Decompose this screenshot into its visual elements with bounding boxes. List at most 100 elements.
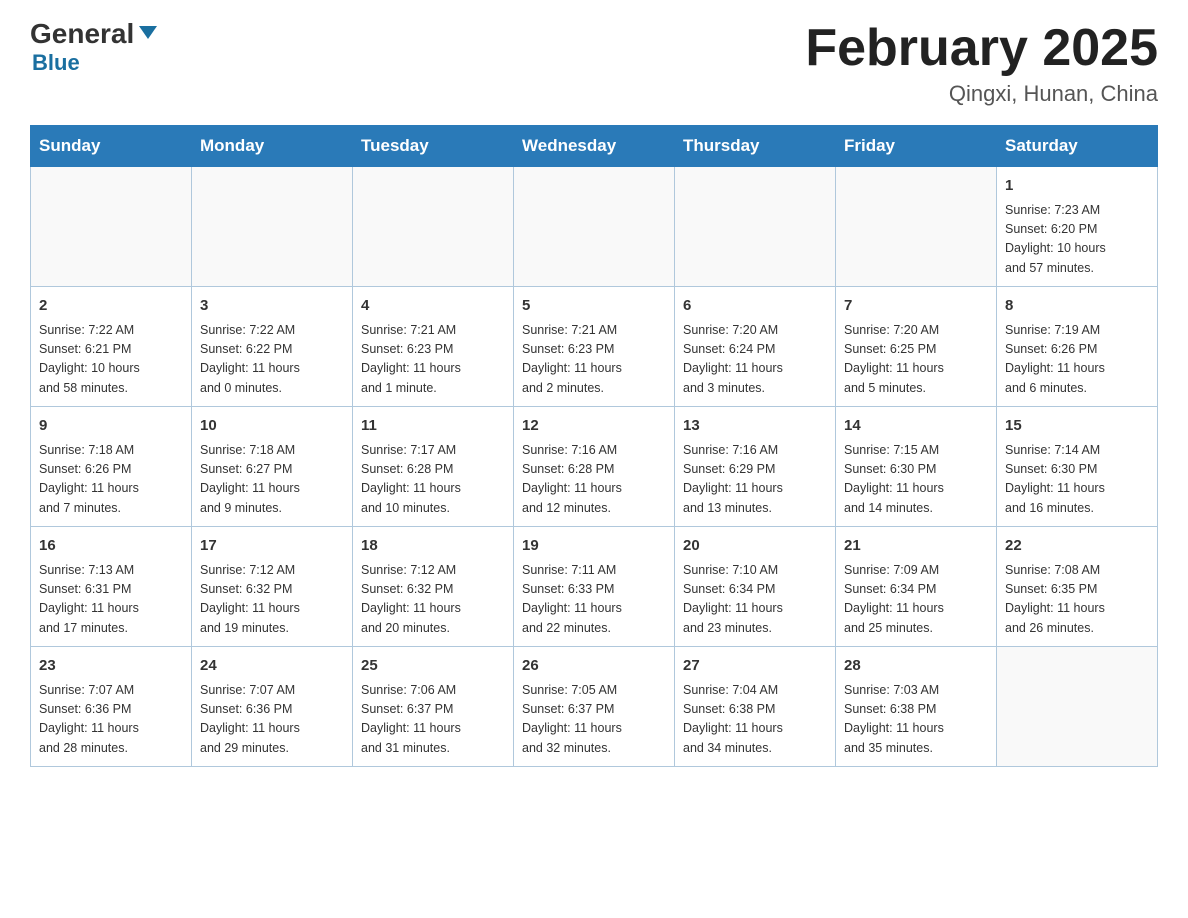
- day-number: 8: [1005, 295, 1149, 318]
- table-row: 10 Sunrise: 7:18 AM Sunset: 6:27 PM Dayli…: [192, 407, 353, 527]
- day-info: Sunrise: 7:22 AM Sunset: 6:22 PM Dayligh…: [200, 321, 344, 399]
- day-number: 15: [1005, 415, 1149, 438]
- table-row: 27 Sunrise: 7:04 AM Sunset: 6:38 PM Dayli…: [675, 647, 836, 767]
- col-tuesday: Tuesday: [353, 126, 514, 167]
- logo-triangle-icon: [139, 26, 157, 39]
- day-number: 20: [683, 535, 827, 558]
- table-row: 21 Sunrise: 7:09 AM Sunset: 6:34 PM Dayli…: [836, 527, 997, 647]
- calendar-header-row: Sunday Monday Tuesday Wednesday Thursday…: [31, 126, 1158, 167]
- table-row: [192, 167, 353, 287]
- table-row: [997, 647, 1158, 767]
- day-info: Sunrise: 7:16 AM Sunset: 6:28 PM Dayligh…: [522, 441, 666, 519]
- calendar-week-row: 23 Sunrise: 7:07 AM Sunset: 6:36 PM Dayli…: [31, 647, 1158, 767]
- col-wednesday: Wednesday: [514, 126, 675, 167]
- day-info: Sunrise: 7:20 AM Sunset: 6:25 PM Dayligh…: [844, 321, 988, 399]
- table-row: 23 Sunrise: 7:07 AM Sunset: 6:36 PM Dayli…: [31, 647, 192, 767]
- day-number: 5: [522, 295, 666, 318]
- calendar-table: Sunday Monday Tuesday Wednesday Thursday…: [30, 125, 1158, 767]
- day-number: 7: [844, 295, 988, 318]
- table-row: 25Sunrise: 7:06 AM Sunset: 6:37 PM Dayli…: [353, 647, 514, 767]
- day-number: 25: [361, 655, 505, 678]
- col-friday: Friday: [836, 126, 997, 167]
- table-row: 15 Sunrise: 7:14 AM Sunset: 6:30 PM Dayli…: [997, 407, 1158, 527]
- logo-general-text: General: [30, 20, 157, 48]
- day-number: 27: [683, 655, 827, 678]
- logo-blue-text: Blue: [32, 50, 80, 76]
- table-row: 2Sunrise: 7:22 AM Sunset: 6:21 PM Daylig…: [31, 287, 192, 407]
- day-info: Sunrise: 7:11 AM Sunset: 6:33 PM Dayligh…: [522, 561, 666, 639]
- day-info: Sunrise: 7:23 AM Sunset: 6:20 PM Dayligh…: [1005, 201, 1149, 279]
- table-row: [836, 167, 997, 287]
- table-row: 3 Sunrise: 7:22 AM Sunset: 6:22 PM Daylig…: [192, 287, 353, 407]
- day-info: Sunrise: 7:15 AM Sunset: 6:30 PM Dayligh…: [844, 441, 988, 519]
- day-number: 9: [39, 415, 183, 438]
- day-number: 23: [39, 655, 183, 678]
- table-row: 13 Sunrise: 7:16 AM Sunset: 6:29 PM Dayli…: [675, 407, 836, 527]
- day-info: Sunrise: 7:07 AM Sunset: 6:36 PM Dayligh…: [39, 681, 183, 759]
- table-row: 22Sunrise: 7:08 AM Sunset: 6:35 PM Dayli…: [997, 527, 1158, 647]
- day-number: 11: [361, 415, 505, 438]
- day-info: Sunrise: 7:21 AM Sunset: 6:23 PM Dayligh…: [361, 321, 505, 399]
- day-number: 2: [39, 295, 183, 318]
- table-row: 8 Sunrise: 7:19 AM Sunset: 6:26 PM Daylig…: [997, 287, 1158, 407]
- day-info: Sunrise: 7:17 AM Sunset: 6:28 PM Dayligh…: [361, 441, 505, 519]
- day-number: 14: [844, 415, 988, 438]
- table-row: 6 Sunrise: 7:20 AM Sunset: 6:24 PM Daylig…: [675, 287, 836, 407]
- day-info: Sunrise: 7:10 AM Sunset: 6:34 PM Dayligh…: [683, 561, 827, 639]
- table-row: 14 Sunrise: 7:15 AM Sunset: 6:30 PM Dayli…: [836, 407, 997, 527]
- day-number: 16: [39, 535, 183, 558]
- table-row: [31, 167, 192, 287]
- calendar-week-row: 2Sunrise: 7:22 AM Sunset: 6:21 PM Daylig…: [31, 287, 1158, 407]
- day-number: 22: [1005, 535, 1149, 558]
- table-row: 12 Sunrise: 7:16 AM Sunset: 6:28 PM Dayli…: [514, 407, 675, 527]
- day-info: Sunrise: 7:21 AM Sunset: 6:23 PM Dayligh…: [522, 321, 666, 399]
- table-row: [353, 167, 514, 287]
- table-row: 19Sunrise: 7:11 AM Sunset: 6:33 PM Dayli…: [514, 527, 675, 647]
- day-info: Sunrise: 7:18 AM Sunset: 6:27 PM Dayligh…: [200, 441, 344, 519]
- table-row: 9Sunrise: 7:18 AM Sunset: 6:26 PM Daylig…: [31, 407, 192, 527]
- day-info: Sunrise: 7:05 AM Sunset: 6:37 PM Dayligh…: [522, 681, 666, 759]
- day-number: 10: [200, 415, 344, 438]
- day-info: Sunrise: 7:19 AM Sunset: 6:26 PM Dayligh…: [1005, 321, 1149, 399]
- day-info: Sunrise: 7:03 AM Sunset: 6:38 PM Dayligh…: [844, 681, 988, 759]
- table-row: 17Sunrise: 7:12 AM Sunset: 6:32 PM Dayli…: [192, 527, 353, 647]
- day-number: 26: [522, 655, 666, 678]
- day-info: Sunrise: 7:09 AM Sunset: 6:34 PM Dayligh…: [844, 561, 988, 639]
- month-title: February 2025: [805, 20, 1158, 77]
- day-number: 4: [361, 295, 505, 318]
- calendar-week-row: 1 Sunrise: 7:23 AM Sunset: 6:20 PM Daylig…: [31, 167, 1158, 287]
- day-number: 1: [1005, 175, 1149, 198]
- day-info: Sunrise: 7:13 AM Sunset: 6:31 PM Dayligh…: [39, 561, 183, 639]
- col-saturday: Saturday: [997, 126, 1158, 167]
- table-row: 7 Sunrise: 7:20 AM Sunset: 6:25 PM Daylig…: [836, 287, 997, 407]
- day-info: Sunrise: 7:07 AM Sunset: 6:36 PM Dayligh…: [200, 681, 344, 759]
- table-row: 26 Sunrise: 7:05 AM Sunset: 6:37 PM Dayli…: [514, 647, 675, 767]
- day-info: Sunrise: 7:14 AM Sunset: 6:30 PM Dayligh…: [1005, 441, 1149, 519]
- table-row: [514, 167, 675, 287]
- day-number: 12: [522, 415, 666, 438]
- table-row: 1 Sunrise: 7:23 AM Sunset: 6:20 PM Daylig…: [997, 167, 1158, 287]
- day-number: 21: [844, 535, 988, 558]
- col-monday: Monday: [192, 126, 353, 167]
- day-number: 24: [200, 655, 344, 678]
- day-info: Sunrise: 7:12 AM Sunset: 6:32 PM Dayligh…: [200, 561, 344, 639]
- title-block: February 2025 Qingxi, Hunan, China: [805, 20, 1158, 107]
- table-row: 20 Sunrise: 7:10 AM Sunset: 6:34 PM Dayli…: [675, 527, 836, 647]
- table-row: 5 Sunrise: 7:21 AM Sunset: 6:23 PM Daylig…: [514, 287, 675, 407]
- day-number: 18: [361, 535, 505, 558]
- table-row: 4 Sunrise: 7:21 AM Sunset: 6:23 PM Daylig…: [353, 287, 514, 407]
- day-number: 13: [683, 415, 827, 438]
- table-row: 11 Sunrise: 7:17 AM Sunset: 6:28 PM Dayli…: [353, 407, 514, 527]
- calendar-week-row: 16 Sunrise: 7:13 AM Sunset: 6:31 PM Dayli…: [31, 527, 1158, 647]
- location-text: Qingxi, Hunan, China: [805, 81, 1158, 107]
- day-number: 3: [200, 295, 344, 318]
- page-header: General Blue February 2025 Qingxi, Hunan…: [30, 20, 1158, 107]
- day-info: Sunrise: 7:12 AM Sunset: 6:32 PM Dayligh…: [361, 561, 505, 639]
- day-number: 6: [683, 295, 827, 318]
- day-info: Sunrise: 7:16 AM Sunset: 6:29 PM Dayligh…: [683, 441, 827, 519]
- day-info: Sunrise: 7:20 AM Sunset: 6:24 PM Dayligh…: [683, 321, 827, 399]
- day-info: Sunrise: 7:04 AM Sunset: 6:38 PM Dayligh…: [683, 681, 827, 759]
- calendar-week-row: 9Sunrise: 7:18 AM Sunset: 6:26 PM Daylig…: [31, 407, 1158, 527]
- day-number: 28: [844, 655, 988, 678]
- logo: General Blue: [30, 20, 157, 76]
